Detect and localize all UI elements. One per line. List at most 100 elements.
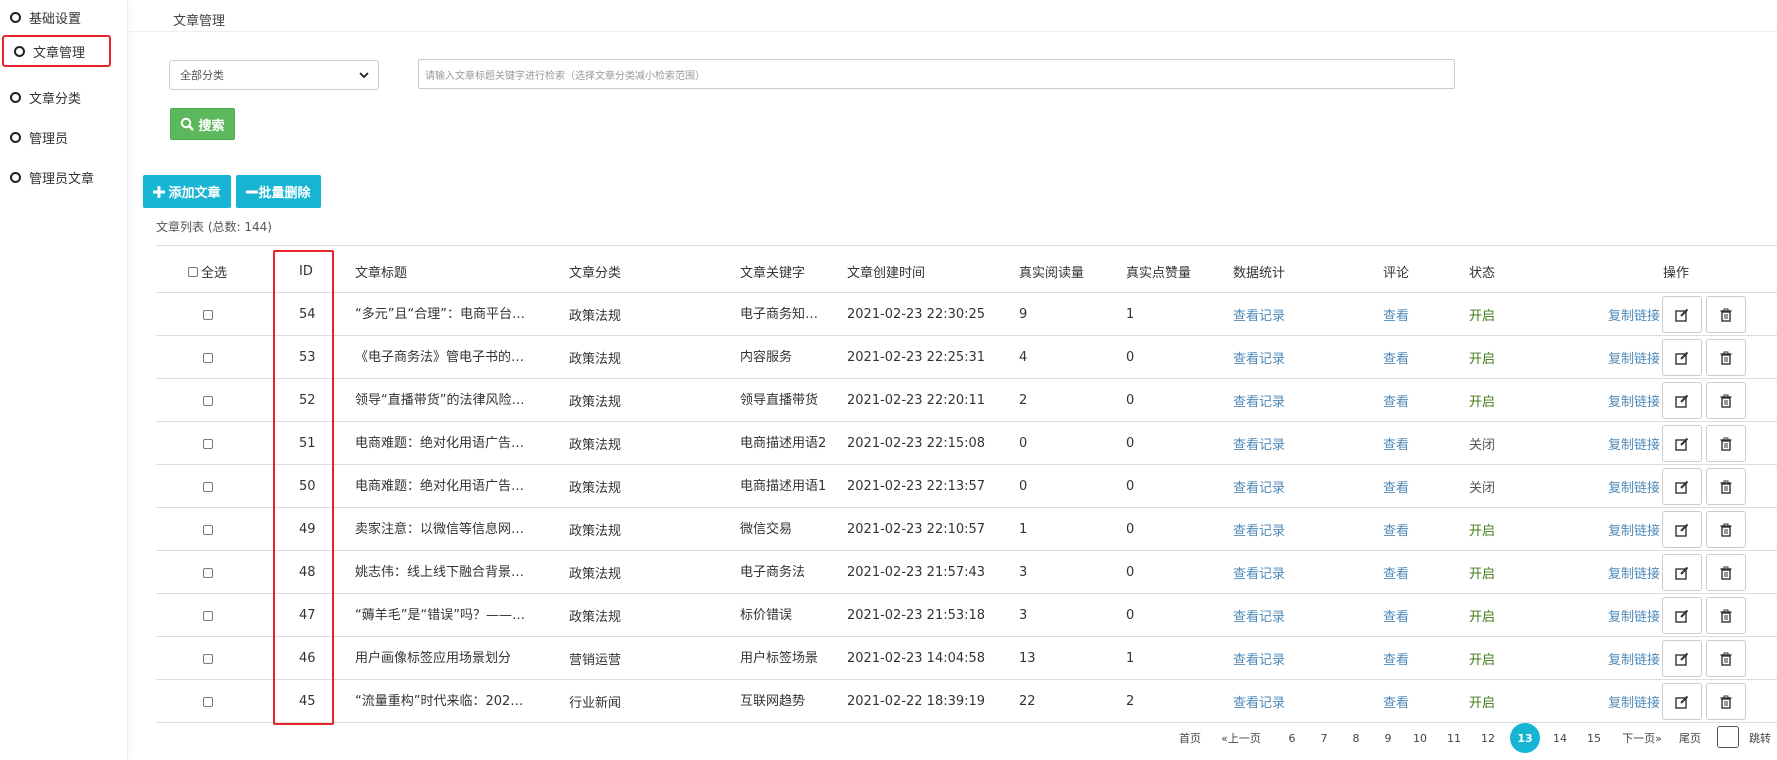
- edit-button[interactable]: [1662, 640, 1702, 677]
- edit-button[interactable]: [1662, 382, 1702, 419]
- view-records-link[interactable]: 查看记录: [1233, 379, 1285, 422]
- row-checkbox[interactable]: [203, 309, 213, 320]
- page-number[interactable]: 9: [1374, 722, 1402, 754]
- row-created: 2021-02-23 22:13:57: [847, 479, 986, 494]
- copy-link[interactable]: 复制链接: [1608, 422, 1660, 465]
- edit-button[interactable]: [1662, 468, 1702, 505]
- view-records-link[interactable]: 查看记录: [1233, 508, 1285, 551]
- delete-button[interactable]: [1706, 468, 1746, 505]
- edit-button[interactable]: [1662, 425, 1702, 462]
- view-records-link[interactable]: 查看记录: [1233, 336, 1285, 379]
- delete-button[interactable]: [1706, 640, 1746, 677]
- page-number[interactable]: 8: [1342, 722, 1370, 754]
- search-button[interactable]: 搜索: [170, 108, 235, 140]
- view-comments-link[interactable]: 查看: [1383, 594, 1409, 637]
- view-records-link[interactable]: 查看记录: [1233, 551, 1285, 594]
- row-checkbox[interactable]: [203, 395, 213, 406]
- edit-button[interactable]: [1662, 339, 1702, 376]
- row-select[interactable]: [203, 508, 213, 551]
- view-comments-link[interactable]: 查看: [1383, 508, 1409, 551]
- row-checkbox[interactable]: [203, 653, 213, 664]
- row-select[interactable]: [203, 594, 213, 637]
- view-records-link[interactable]: 查看记录: [1233, 680, 1285, 723]
- copy-link[interactable]: 复制链接: [1608, 379, 1660, 422]
- page-number[interactable]: 15: [1580, 722, 1608, 754]
- page-first[interactable]: 首页: [1170, 722, 1210, 754]
- row-select[interactable]: [203, 336, 213, 379]
- row-select[interactable]: [203, 293, 213, 336]
- delete-button[interactable]: [1706, 554, 1746, 591]
- page-jump-input[interactable]: [1717, 726, 1739, 748]
- page-current[interactable]: 13: [1510, 723, 1540, 753]
- edit-button[interactable]: [1662, 296, 1702, 333]
- view-comments-link[interactable]: 查看: [1383, 379, 1409, 422]
- sidebar-item-admin-articles[interactable]: 管理员文章: [0, 160, 128, 194]
- delete-button[interactable]: [1706, 339, 1746, 376]
- row-category: 政策法规: [569, 567, 622, 582]
- page-number[interactable]: 6: [1278, 722, 1306, 754]
- copy-link[interactable]: 复制链接: [1608, 508, 1660, 551]
- copy-link[interactable]: 复制链接: [1608, 465, 1660, 508]
- copy-link[interactable]: 复制链接: [1608, 293, 1660, 336]
- page-number[interactable]: 10: [1406, 722, 1434, 754]
- row-checkbox[interactable]: [203, 481, 213, 492]
- delete-button[interactable]: [1706, 382, 1746, 419]
- copy-link[interactable]: 复制链接: [1608, 680, 1660, 723]
- row-select[interactable]: [203, 637, 213, 680]
- row-select[interactable]: [203, 422, 213, 465]
- row-checkbox[interactable]: [203, 438, 213, 449]
- page-prev[interactable]: «上一页: [1214, 722, 1268, 754]
- view-comments-link[interactable]: 查看: [1383, 551, 1409, 594]
- select-all-checkbox[interactable]: [188, 266, 198, 277]
- row-select[interactable]: [203, 465, 213, 508]
- row-checkbox[interactable]: [203, 696, 213, 707]
- search-input[interactable]: 请输入文章标题关键字进行检索（选择文章分类减小检索范围）: [418, 59, 1455, 89]
- add-article-button[interactable]: 添加文章: [143, 175, 231, 208]
- row-checkbox[interactable]: [203, 524, 213, 535]
- delete-button[interactable]: [1706, 683, 1746, 720]
- sidebar-item-article-categories[interactable]: 文章分类: [0, 80, 128, 114]
- copy-link[interactable]: 复制链接: [1608, 637, 1660, 680]
- edit-button[interactable]: [1662, 511, 1702, 548]
- sidebar-item-article-management[interactable]: 文章管理: [2, 35, 111, 67]
- delete-button[interactable]: [1706, 296, 1746, 333]
- select-all[interactable]: 全选: [188, 250, 227, 293]
- page-jump-button[interactable]: 跳转: [1745, 722, 1775, 754]
- sidebar-item-basic-settings[interactable]: 基础设置: [0, 0, 128, 34]
- edit-button[interactable]: [1662, 597, 1702, 634]
- view-comments-link[interactable]: 查看: [1383, 293, 1409, 336]
- row-select[interactable]: [203, 551, 213, 594]
- sidebar-item-admins[interactable]: 管理员: [0, 120, 128, 154]
- view-records-link[interactable]: 查看记录: [1233, 422, 1285, 465]
- view-records-link[interactable]: 查看记录: [1233, 594, 1285, 637]
- copy-link[interactable]: 复制链接: [1608, 336, 1660, 379]
- delete-button[interactable]: [1706, 511, 1746, 548]
- view-comments-link[interactable]: 查看: [1383, 422, 1409, 465]
- view-comments-link[interactable]: 查看: [1383, 465, 1409, 508]
- row-select[interactable]: [203, 379, 213, 422]
- category-select[interactable]: 全部分类: [169, 60, 379, 90]
- row-checkbox[interactable]: [203, 352, 213, 363]
- copy-link[interactable]: 复制链接: [1608, 551, 1660, 594]
- page-number[interactable]: 11: [1440, 722, 1468, 754]
- page-number[interactable]: 7: [1310, 722, 1338, 754]
- row-select[interactable]: [203, 680, 213, 723]
- view-records-link[interactable]: 查看记录: [1233, 293, 1285, 336]
- edit-button[interactable]: [1662, 554, 1702, 591]
- delete-button[interactable]: [1706, 425, 1746, 462]
- copy-link[interactable]: 复制链接: [1608, 594, 1660, 637]
- view-records-link[interactable]: 查看记录: [1233, 637, 1285, 680]
- delete-button[interactable]: [1706, 597, 1746, 634]
- page-number[interactable]: 12: [1474, 722, 1502, 754]
- batch-delete-button[interactable]: 批量删除: [236, 175, 321, 208]
- page-number[interactable]: 14: [1546, 722, 1574, 754]
- row-checkbox[interactable]: [203, 567, 213, 578]
- page-last[interactable]: 尾页: [1672, 722, 1708, 754]
- edit-button[interactable]: [1662, 683, 1702, 720]
- view-comments-link[interactable]: 查看: [1383, 680, 1409, 723]
- view-records-link[interactable]: 查看记录: [1233, 465, 1285, 508]
- view-comments-link[interactable]: 查看: [1383, 637, 1409, 680]
- page-next[interactable]: 下一页»: [1616, 722, 1668, 754]
- view-comments-link[interactable]: 查看: [1383, 336, 1409, 379]
- row-checkbox[interactable]: [203, 610, 213, 621]
